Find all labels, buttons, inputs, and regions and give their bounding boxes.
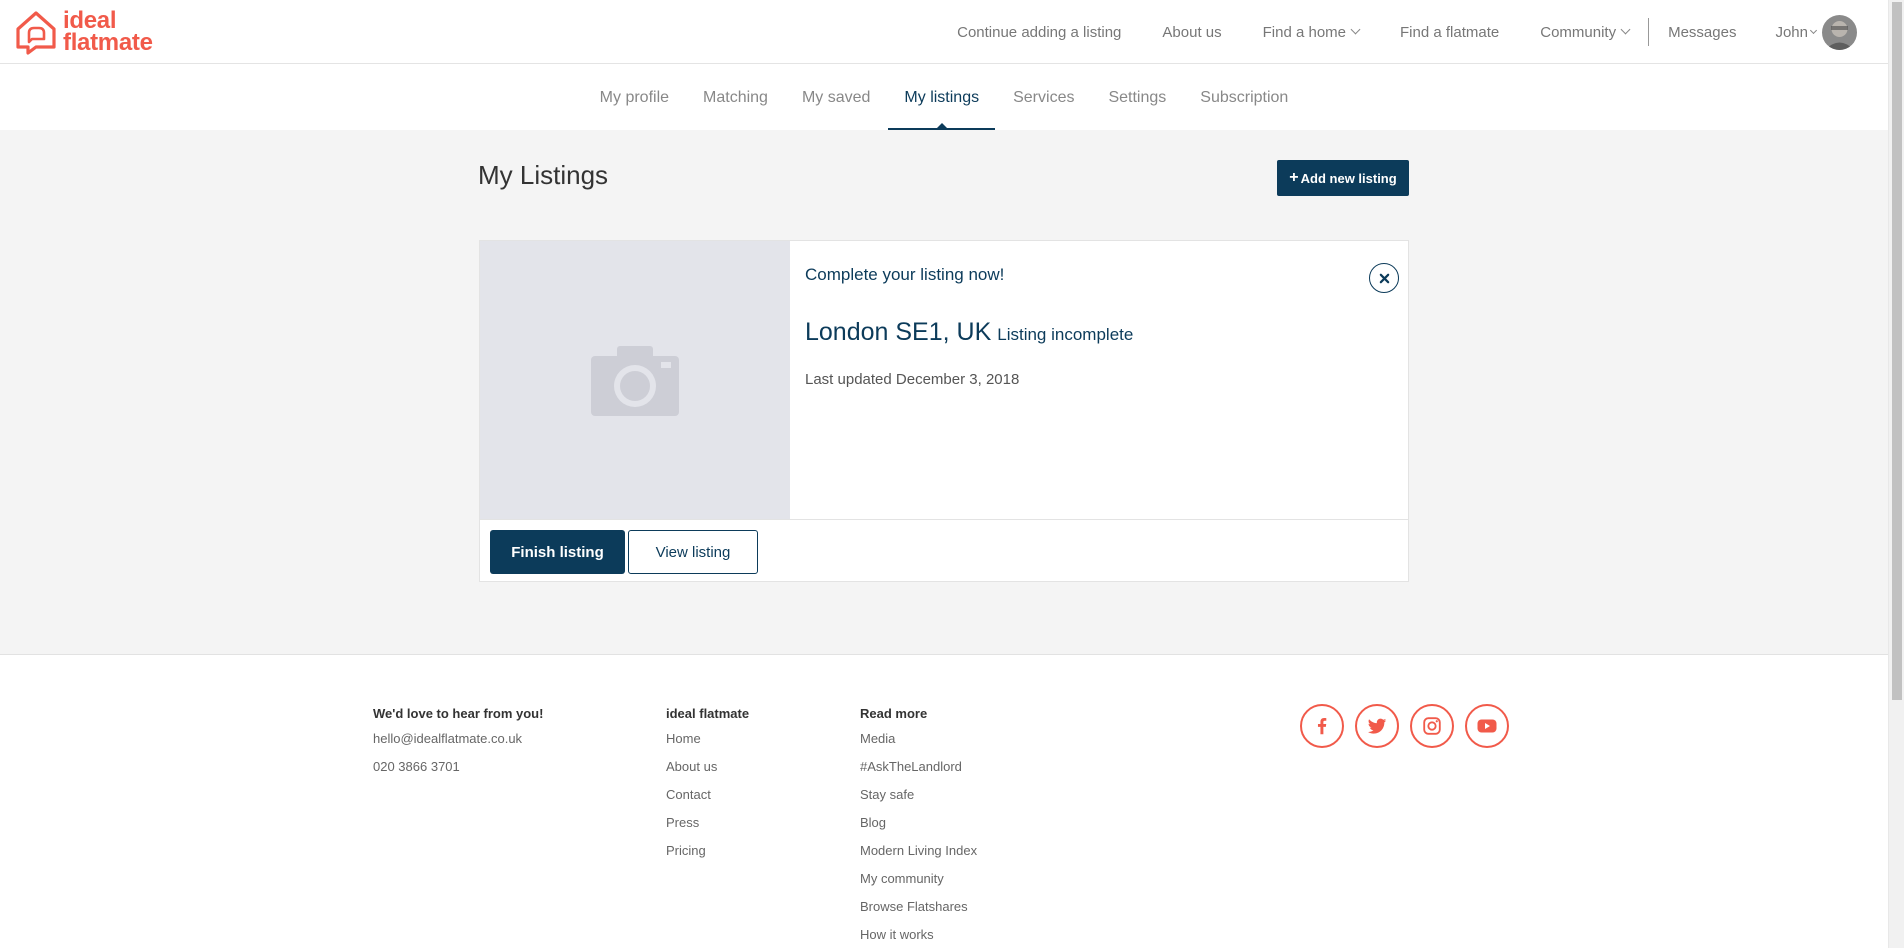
youtube-link[interactable] <box>1465 704 1509 748</box>
add-new-listing-label: Add new listing <box>1300 170 1397 186</box>
footer-company-heading: ideal flatmate <box>666 706 750 721</box>
avatar <box>1822 14 1857 50</box>
tab-my-listings[interactable]: My listings <box>888 65 995 130</box>
chevron-down-icon <box>1809 26 1818 34</box>
nav-continue-listing[interactable]: Continue adding a listing <box>957 24 1121 41</box>
logo-text: ideal flatmate <box>63 7 153 56</box>
tab-my-saved[interactable]: My saved <box>786 65 886 130</box>
footer-link-stay-safe[interactable]: Stay safe <box>860 781 977 809</box>
chevron-down-icon <box>1620 24 1631 35</box>
plus-icon: + <box>1289 169 1299 186</box>
page-title: My Listings <box>478 160 609 190</box>
footer-contact-heading: We'd love to hear from you! <box>373 706 544 721</box>
finish-listing-button[interactable]: Finish listing <box>490 530 625 574</box>
footer-read-heading: Read more <box>860 706 928 721</box>
user-name: John <box>1775 23 1808 41</box>
social-links <box>1300 704 1520 748</box>
listing-details: Complete your listing now! London SE1, U… <box>805 241 1408 519</box>
complete-listing-prompt: Complete your listing now! <box>805 265 1005 284</box>
footer-read-more: Read more Media #AskTheLandlord Stay saf… <box>860 706 977 948</box>
nav-community-label: Community <box>1540 23 1617 41</box>
view-listing-button[interactable]: View listing <box>628 530 758 574</box>
logo[interactable]: ideal flatmate <box>14 9 153 55</box>
tab-subscription[interactable]: Subscription <box>1184 65 1304 130</box>
tab-matching[interactable]: Matching <box>687 65 784 130</box>
nav-divider <box>1648 18 1650 46</box>
footer-link-home[interactable]: Home <box>666 725 749 753</box>
twitter-icon <box>1367 718 1387 734</box>
scrollbar-thumb[interactable] <box>1892 2 1902 700</box>
footer-link-about[interactable]: About us <box>666 753 749 781</box>
facebook-icon <box>1317 718 1327 735</box>
footer-link-media[interactable]: Media <box>860 725 977 753</box>
house-chat-icon <box>16 11 56 55</box>
top-header: ideal flatmate Continue adding a listing… <box>0 0 1888 64</box>
tab-services[interactable]: Services <box>997 65 1090 130</box>
footer-contact: We'd love to hear from you! hello@idealf… <box>373 706 543 781</box>
nav-messages[interactable]: Messages <box>1668 24 1736 41</box>
footer-link-ask-landlord[interactable]: #AskTheLandlord <box>860 753 977 781</box>
camera-icon <box>591 346 679 416</box>
footer-link-my-community[interactable]: My community <box>860 865 977 893</box>
footer-link-how-it-works[interactable]: How it works <box>860 921 977 948</box>
main-content: My Listings + Add new listing Complete y… <box>0 130 1888 655</box>
tab-my-profile[interactable]: My profile <box>584 65 685 130</box>
footer-link-contact[interactable]: Contact <box>666 781 749 809</box>
nav-find-flatmate[interactable]: Find a flatmate <box>1400 24 1499 41</box>
listing-photo-placeholder <box>480 241 790 519</box>
footer-link-pricing[interactable]: Pricing <box>666 837 749 865</box>
instagram-link[interactable] <box>1410 704 1454 748</box>
nav-about-us[interactable]: About us <box>1162 24 1221 41</box>
listing-actions: Finish listing View listing <box>480 519 1408 582</box>
nav-find-home-label: Find a home <box>1262 23 1347 41</box>
dismiss-button[interactable] <box>1369 263 1399 293</box>
youtube-icon <box>1477 719 1497 733</box>
page-scrollbar[interactable] <box>1888 0 1904 948</box>
footer-link-press[interactable]: Press <box>666 809 749 837</box>
footer-link-modern-living[interactable]: Modern Living Index <box>860 837 977 865</box>
listing-heading: London SE1, UK Listing incomplete <box>805 318 1133 347</box>
instagram-icon <box>1423 717 1441 735</box>
listing-location: London SE1, UK <box>805 318 992 346</box>
facebook-link[interactable] <box>1300 704 1344 748</box>
add-new-listing-button[interactable]: + Add new listing <box>1277 160 1409 196</box>
footer-link-blog[interactable]: Blog <box>860 809 977 837</box>
listing-updated-date: Last updated December 3, 2018 <box>805 371 1020 388</box>
tab-settings[interactable]: Settings <box>1092 65 1182 130</box>
account-subnav: My profile Matching My saved My listings… <box>0 65 1888 130</box>
listing-card: Complete your listing now! London SE1, U… <box>479 240 1409 582</box>
nav-community[interactable]: Community <box>1540 23 1631 41</box>
close-icon <box>1379 273 1389 283</box>
nav-find-home[interactable]: Find a home <box>1262 23 1361 41</box>
footer-link-browse-flatshares[interactable]: Browse Flatshares <box>860 893 977 921</box>
site-footer: We'd love to hear from you! hello@idealf… <box>0 656 1888 948</box>
listing-status: Listing incomplete <box>997 325 1134 344</box>
top-nav: Continue adding a listing About us Find … <box>957 0 1857 64</box>
footer-email-link[interactable]: hello@idealflatmate.co.uk <box>373 725 543 753</box>
footer-phone: 020 3866 3701 <box>373 759 460 774</box>
footer-company: ideal flatmate Home About us Contact Pre… <box>666 706 749 865</box>
twitter-link[interactable] <box>1355 704 1399 748</box>
chevron-down-icon <box>1350 24 1361 35</box>
user-menu[interactable]: John <box>1775 14 1857 50</box>
